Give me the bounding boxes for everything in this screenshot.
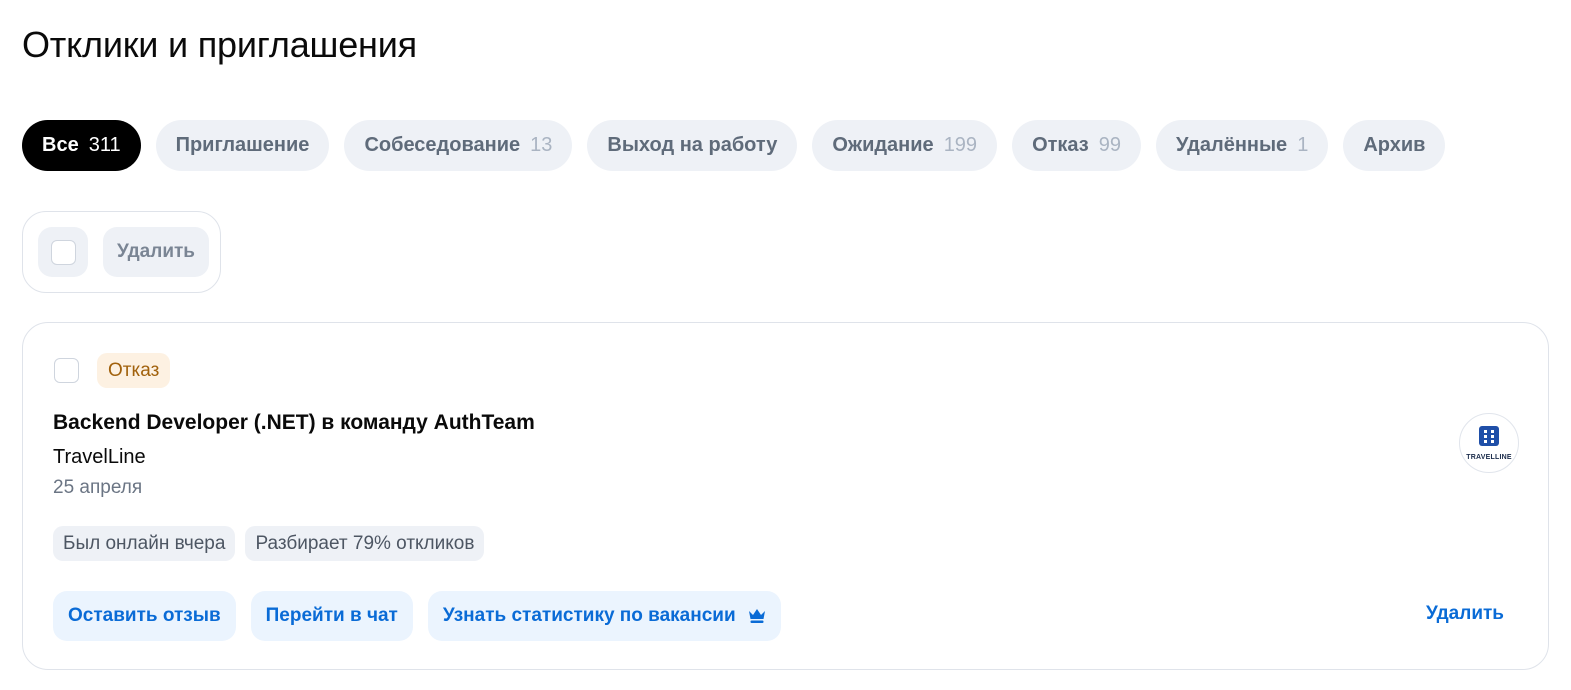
status-badge: Отказ (97, 353, 171, 388)
tab-label: Все (42, 134, 79, 156)
tab-deleted[interactable]: Удалённые 1 (1155, 120, 1329, 171)
travelline-logo-icon (1479, 425, 1499, 451)
crown-icon (748, 608, 766, 624)
tab-label: Ожидание (832, 134, 934, 156)
tab-count: 199 (943, 134, 978, 156)
leave-feedback-button[interactable]: Оставить отзыв (53, 591, 236, 641)
vacancy-stats-label: Узнать статистику по вакансии (442, 605, 736, 626)
tab-label: Удалённые (1175, 134, 1288, 156)
response-rate-chip: Разбирает 79% откликов (245, 526, 485, 561)
company-name-link[interactable]: TravelLine (53, 446, 146, 469)
bulk-actions-bar: Удалить (22, 211, 221, 293)
tab-count: 311 (88, 134, 121, 156)
vacancy-title-link[interactable]: Backend Developer (.NET) в команду AuthT… (53, 411, 535, 435)
tab-invitation[interactable]: Приглашение (155, 120, 330, 171)
go-to-chat-button[interactable]: Перейти в чат (250, 591, 413, 641)
logo-text: TRAVELLINE (1466, 453, 1512, 461)
tab-interview[interactable]: Собеседование 13 (344, 120, 573, 171)
card-actions: Оставить отзыв Перейти в чат Узнать стат… (53, 591, 781, 641)
online-status-chip: Был онлайн вчера (53, 526, 236, 561)
tab-label: Собеседование (364, 134, 521, 156)
tab-label: Приглашение (175, 134, 310, 156)
checkbox-box (50, 239, 76, 265)
company-logo[interactable]: TRAVELLINE (1459, 413, 1519, 473)
tab-count: 99 (1098, 134, 1121, 156)
status-tabs: Все 311 Приглашение Собеседование 13 Вых… (22, 120, 1446, 171)
card-checkbox[interactable] (54, 358, 79, 383)
tab-count: 1 (1297, 134, 1309, 156)
tab-all[interactable]: Все 311 (22, 120, 141, 171)
card-delete-button[interactable]: Удалить (1426, 603, 1504, 625)
page: Отклики и приглашения Все 311 Приглашени… (0, 0, 1571, 690)
tab-count: 13 (530, 134, 553, 156)
tab-label: Архив (1363, 134, 1426, 156)
tab-label: Отказ (1032, 134, 1089, 156)
bulk-delete-button[interactable]: Удалить (103, 227, 209, 277)
tab-archive[interactable]: Архив (1343, 120, 1446, 171)
tab-start-work[interactable]: Выход на работу (587, 120, 798, 171)
employer-info-chips: Был онлайн вчера Разбирает 79% откликов (53, 526, 485, 561)
select-all-checkbox[interactable] (38, 227, 88, 277)
response-card: Отказ Backend Developer (.NET) в команду… (22, 322, 1549, 670)
tab-waiting[interactable]: Ожидание 199 (812, 120, 998, 171)
vacancy-stats-button[interactable]: Узнать статистику по вакансии (427, 591, 781, 641)
tab-label: Выход на работу (607, 134, 778, 156)
tab-rejection[interactable]: Отказ 99 (1012, 120, 1141, 171)
response-date: 25 апреля (53, 477, 143, 498)
page-title: Отклики и приглашения (22, 24, 417, 65)
